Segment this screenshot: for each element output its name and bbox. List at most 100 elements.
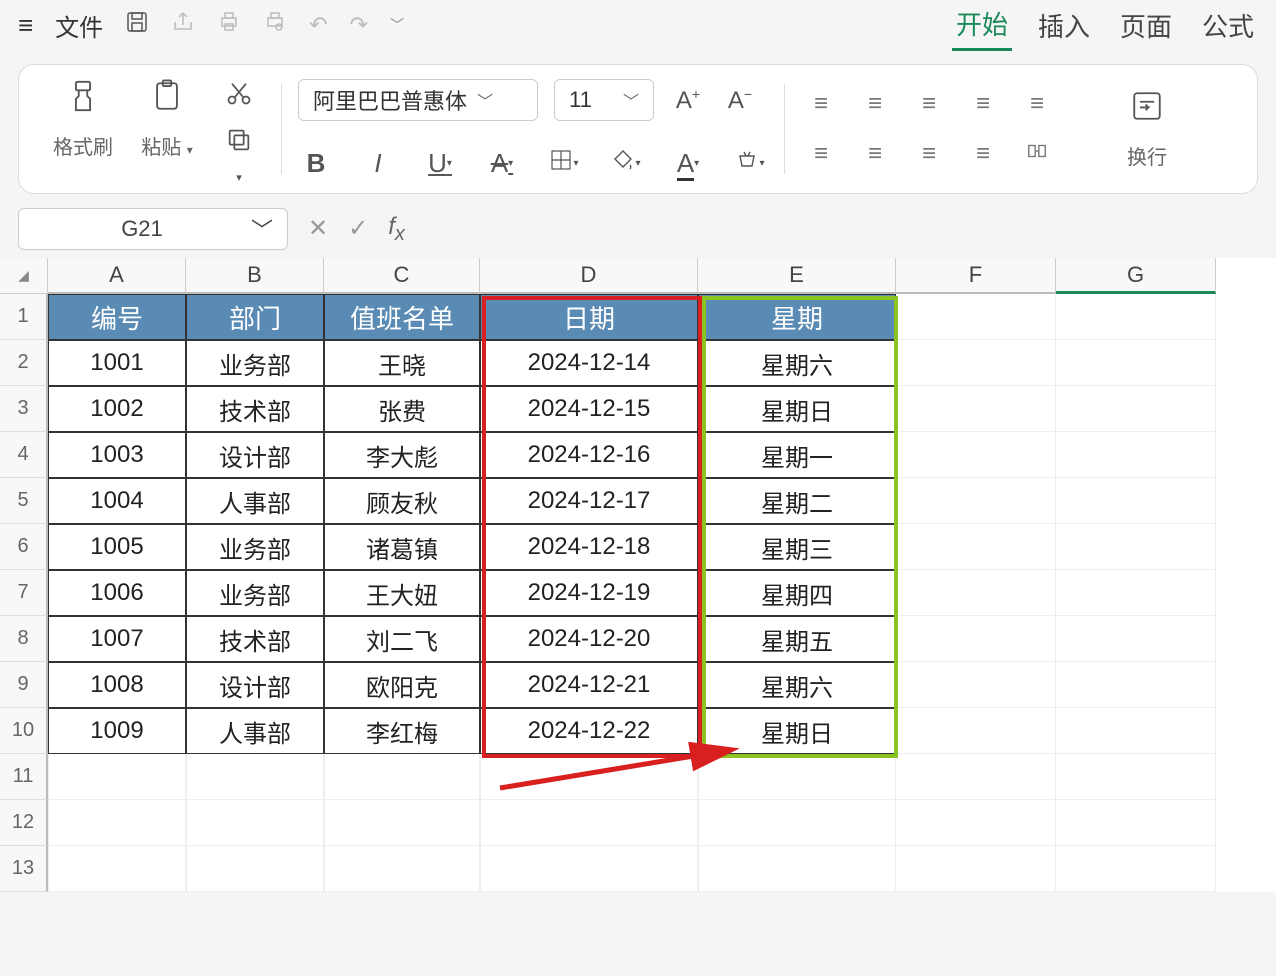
table-cell[interactable]: 设计部 [186, 432, 324, 478]
hamburger-icon[interactable]: ≡ [18, 10, 33, 41]
col-header-A[interactable]: A [48, 258, 186, 294]
more-menu-icon[interactable]: ﹀ [390, 15, 404, 35]
table-cell[interactable] [896, 708, 1056, 754]
table-cell[interactable] [186, 846, 324, 892]
table-cell[interactable]: 1004 [48, 478, 186, 524]
table-cell[interactable] [324, 846, 480, 892]
format-painter-button[interactable]: 格式刷 [53, 79, 113, 160]
spreadsheet-grid[interactable]: ◢ A B C D E F G 1编号部门值班名单日期星期21001业务部王晓2… [0, 258, 1276, 892]
formula-input[interactable] [425, 208, 1258, 250]
table-cell[interactable] [896, 386, 1056, 432]
row-header[interactable]: 4 [0, 432, 48, 478]
fx-icon[interactable]: fx [388, 213, 405, 246]
tab-insert[interactable]: 插入 [1034, 1, 1094, 50]
italic-button[interactable]: I [360, 148, 396, 179]
table-cell[interactable] [1056, 662, 1216, 708]
table-cell[interactable]: 张费 [324, 386, 480, 432]
align-top-icon[interactable]: ≡ [801, 90, 841, 118]
align-right-icon[interactable]: ≡ [909, 140, 949, 168]
row-header[interactable]: 10 [0, 708, 48, 754]
align-bottom-icon[interactable]: ≡ [909, 90, 949, 118]
table-cell[interactable] [698, 800, 896, 846]
table-cell[interactable] [186, 754, 324, 800]
table-cell[interactable] [1056, 616, 1216, 662]
table-cell[interactable]: 人事部 [186, 708, 324, 754]
row-header[interactable]: 7 [0, 570, 48, 616]
table-cell[interactable] [480, 846, 698, 892]
cut-icon[interactable] [221, 79, 257, 114]
table-cell[interactable] [1056, 386, 1216, 432]
col-header-E[interactable]: E [698, 258, 896, 294]
table-cell[interactable]: 王大妞 [324, 570, 480, 616]
table-cell[interactable]: 欧阳克 [324, 662, 480, 708]
borders-button[interactable]: ▾ [546, 148, 582, 179]
copy-icon[interactable]: ▾ [221, 126, 257, 192]
table-cell[interactable] [1056, 340, 1216, 386]
table-cell[interactable] [1056, 294, 1216, 340]
font-size-select[interactable]: 11 ﹀ [554, 79, 654, 121]
table-cell[interactable] [896, 754, 1056, 800]
table-cell[interactable] [1056, 708, 1216, 754]
merge-cells-icon[interactable] [1017, 140, 1057, 169]
table-cell[interactable]: 业务部 [186, 570, 324, 616]
table-cell[interactable] [896, 846, 1056, 892]
table-cell[interactable] [896, 662, 1056, 708]
decrease-font-button[interactable]: A− [722, 86, 758, 115]
strikethrough-button[interactable]: A▾ [484, 148, 520, 179]
font-color-button[interactable]: A▾ [670, 148, 706, 179]
row-header[interactable]: 3 [0, 386, 48, 432]
underline-button[interactable]: U▾ [422, 148, 458, 179]
table-cell[interactable]: 技术部 [186, 386, 324, 432]
row-header[interactable]: 9 [0, 662, 48, 708]
tab-start[interactable]: 开始 [952, 0, 1012, 51]
tab-formula[interactable]: 公式 [1198, 1, 1258, 50]
indent-decrease-icon[interactable]: ≡ [963, 90, 1003, 118]
row-header[interactable]: 8 [0, 616, 48, 662]
table-cell[interactable] [48, 846, 186, 892]
col-header-D[interactable]: D [480, 258, 698, 294]
print-icon[interactable] [217, 10, 241, 40]
table-cell[interactable]: 1003 [48, 432, 186, 478]
bold-button[interactable]: B [298, 148, 334, 179]
table-header-cell[interactable]: 部门 [186, 294, 324, 340]
accept-formula-icon[interactable]: ✓ [348, 214, 368, 243]
table-cell[interactable] [324, 800, 480, 846]
table-cell[interactable]: 1008 [48, 662, 186, 708]
row-header[interactable]: 12 [0, 800, 48, 846]
table-cell[interactable] [186, 800, 324, 846]
undo-icon[interactable]: ↶ [309, 12, 327, 38]
file-menu[interactable]: 文件 [55, 8, 103, 43]
row-header[interactable]: 11 [0, 754, 48, 800]
table-cell[interactable] [1056, 432, 1216, 478]
cell-reference-input[interactable]: G21 ﹀ [18, 208, 288, 250]
increase-font-button[interactable]: A+ [670, 86, 706, 115]
table-cell[interactable] [896, 340, 1056, 386]
table-cell[interactable] [896, 478, 1056, 524]
paste-button[interactable]: 粘贴 ▾ [139, 79, 195, 160]
table-header-cell[interactable]: 值班名单 [324, 294, 480, 340]
table-cell[interactable] [324, 754, 480, 800]
table-cell[interactable]: 1005 [48, 524, 186, 570]
col-header-B[interactable]: B [186, 258, 324, 294]
share-icon[interactable] [171, 10, 195, 40]
table-cell[interactable]: 1006 [48, 570, 186, 616]
table-cell[interactable] [896, 294, 1056, 340]
align-center-icon[interactable]: ≡ [855, 140, 895, 168]
wrap-text-button[interactable]: 换行 [1119, 89, 1175, 170]
table-cell[interactable] [1056, 570, 1216, 616]
row-header[interactable]: 2 [0, 340, 48, 386]
table-cell[interactable] [48, 754, 186, 800]
fill-color-button[interactable]: ▾ [608, 148, 644, 179]
redo-icon[interactable]: ↷ [350, 12, 368, 38]
table-cell[interactable] [1056, 524, 1216, 570]
table-cell[interactable] [480, 800, 698, 846]
font-family-select[interactable]: 阿里巴巴普惠体 ﹀ [298, 79, 538, 121]
cancel-formula-icon[interactable]: ✕ [308, 214, 328, 243]
table-cell[interactable] [896, 570, 1056, 616]
row-header[interactable]: 13 [0, 846, 48, 892]
table-cell[interactable]: 业务部 [186, 340, 324, 386]
align-justify-icon[interactable]: ≡ [963, 140, 1003, 168]
table-cell[interactable]: 顾友秋 [324, 478, 480, 524]
row-header[interactable]: 6 [0, 524, 48, 570]
table-cell[interactable] [48, 800, 186, 846]
